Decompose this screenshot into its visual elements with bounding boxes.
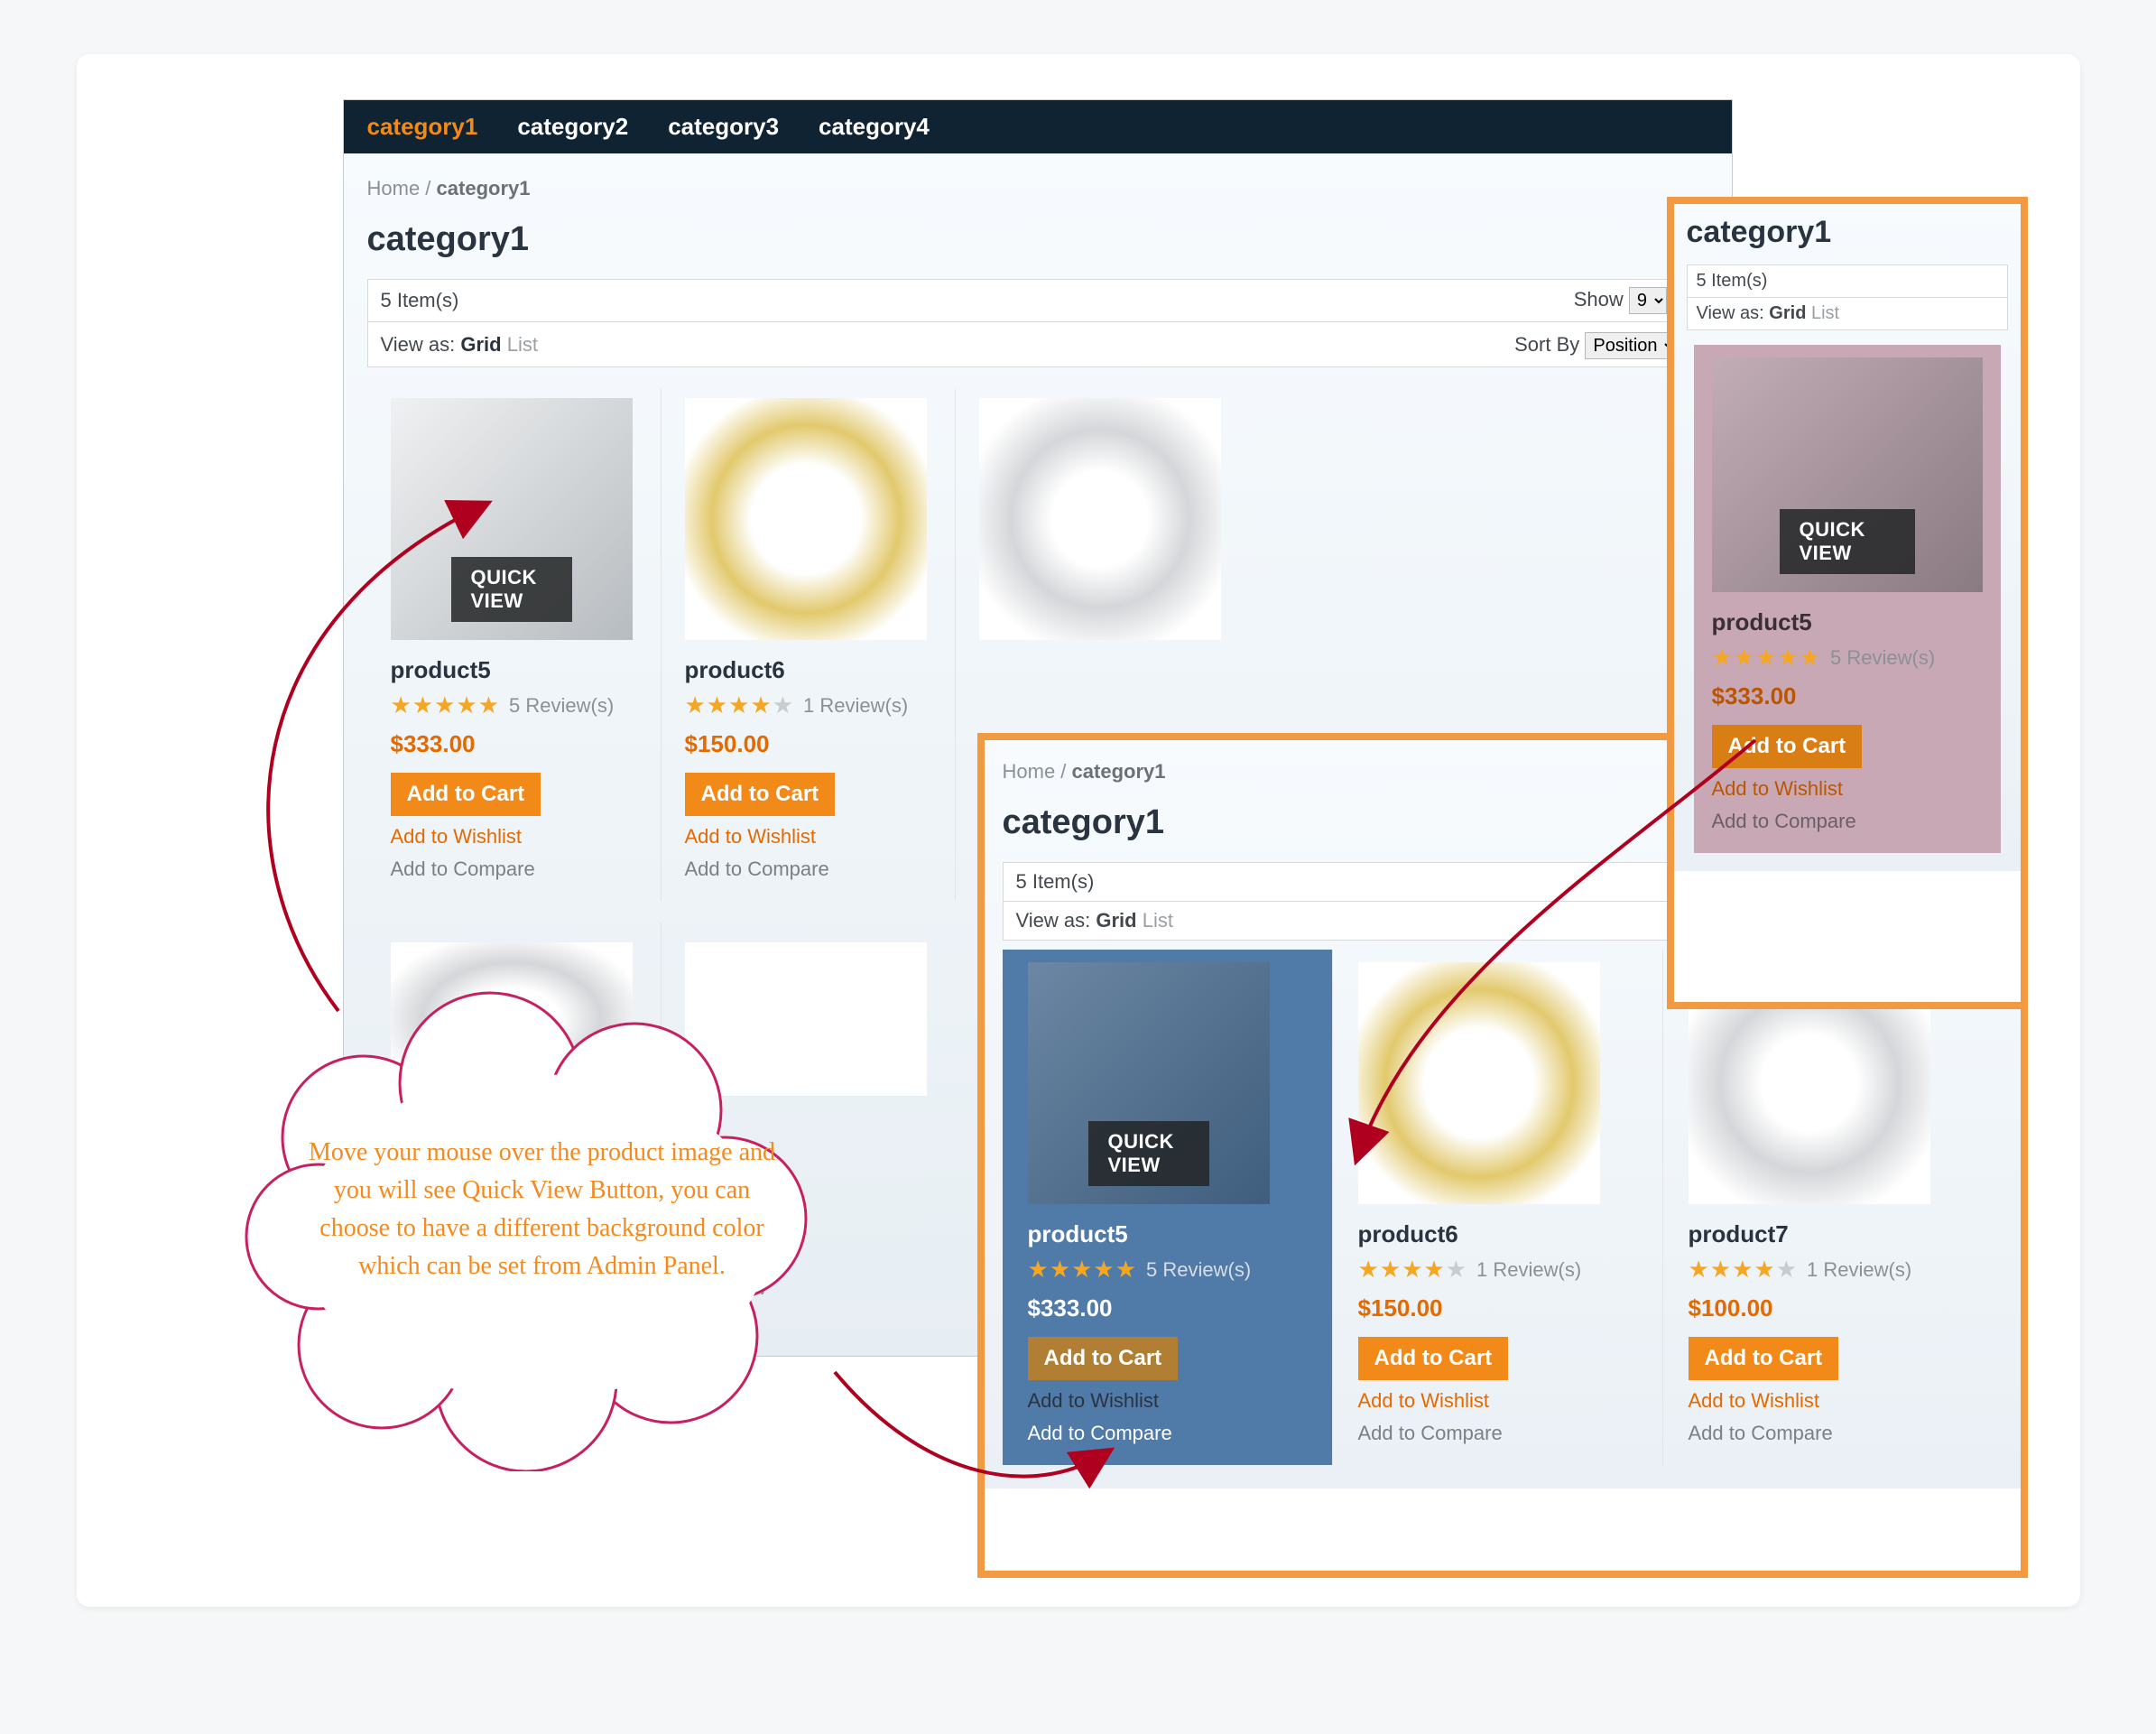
add-to-cart-button[interactable]: Add to Cart: [1689, 1337, 1839, 1380]
product-image[interactable]: [1358, 962, 1600, 1204]
add-to-wishlist-link[interactable]: Add to Wishlist: [1689, 1389, 1968, 1413]
price: $150.00: [685, 730, 931, 758]
add-to-wishlist-link[interactable]: Add to Wishlist: [685, 825, 931, 848]
breadcrumb-home[interactable]: Home: [367, 177, 421, 199]
product-name[interactable]: product5: [391, 656, 637, 684]
nav-category1[interactable]: category1: [367, 113, 478, 141]
annotation-cloud: Move your mouse over the product image a…: [219, 984, 851, 1471]
product-name[interactable]: product6: [685, 656, 931, 684]
rating: ★★★★★1 Review(s): [1358, 1256, 1637, 1284]
toolbar-count: 5 Item(s): [1687, 264, 2008, 298]
product-image[interactable]: [979, 398, 1221, 640]
product-card-p6: product6 ★★★★★1 Review(s) $150.00 Add to…: [662, 389, 956, 901]
top-nav: category1 category2 category3 category4: [344, 100, 1732, 153]
toolbar-view: View as: Grid List: [1687, 298, 2008, 330]
price: $100.00: [1689, 1294, 1968, 1322]
add-to-wishlist-link[interactable]: Add to Wishlist: [1028, 1389, 1307, 1413]
product-card-p7: product7 ★★★★★1 Review(s) $100.00 Add to…: [1663, 950, 1994, 1465]
rating: ★★★★★5 Review(s): [1712, 644, 1983, 672]
view-grid[interactable]: Grid: [1096, 909, 1136, 932]
page-body: category1 5 Item(s) View as: Grid List Q…: [1674, 204, 2021, 871]
page-title: category1: [367, 220, 1708, 259]
nav-category3[interactable]: category3: [668, 113, 779, 141]
rating: ★★★★★5 Review(s): [391, 691, 637, 719]
nav-category2[interactable]: category2: [517, 113, 628, 141]
nav-category4[interactable]: category4: [819, 113, 930, 141]
product-image[interactable]: [685, 398, 927, 640]
add-to-cart-button[interactable]: Add to Cart: [391, 773, 541, 816]
add-to-wishlist-link[interactable]: Add to Wishlist: [1712, 777, 1983, 801]
sort-select[interactable]: Position: [1585, 332, 1677, 359]
rating: ★★★★★1 Review(s): [1689, 1256, 1968, 1284]
add-to-wishlist-link[interactable]: Add to Wishlist: [1358, 1389, 1637, 1413]
callout-dim-hover: category1 5 Item(s) View as: Grid List Q…: [1667, 197, 2028, 1009]
toolbar-view: View as: Grid List Sort By Position ↑: [367, 322, 1708, 367]
price: $333.00: [1712, 682, 1983, 710]
rating: ★★★★★5 Review(s): [1028, 1256, 1307, 1284]
product-name[interactable]: product7: [1689, 1220, 1968, 1248]
screenshot-card: category1 category2 category3 category4 …: [77, 54, 2080, 1607]
item-count: 5 Item(s): [1697, 271, 1768, 292]
add-to-cart-button[interactable]: Add to Cart: [685, 773, 836, 816]
price: $333.00: [1028, 1294, 1307, 1322]
rating: ★★★★★1 Review(s): [685, 691, 931, 719]
product-image[interactable]: QUICK VIEW: [391, 398, 633, 640]
add-to-cart-button[interactable]: Add to Cart: [1712, 725, 1863, 768]
view-list[interactable]: List: [507, 333, 538, 356]
view-list[interactable]: List: [1811, 303, 1839, 323]
view-list[interactable]: List: [1143, 909, 1173, 932]
add-to-wishlist-link[interactable]: Add to Wishlist: [391, 825, 637, 848]
toolbar-count: 5 Item(s) Show 9 pe: [367, 279, 1708, 322]
breadcrumb-current: category1: [437, 177, 531, 199]
price: $333.00: [391, 730, 637, 758]
add-to-compare-link[interactable]: Add to Compare: [1028, 1422, 1307, 1445]
add-to-compare-link[interactable]: Add to Compare: [1712, 810, 1983, 833]
product-grid: QUICK VIEW product5 ★★★★★5 Review(s) $33…: [1003, 950, 2003, 1465]
add-to-cart-button[interactable]: Add to Cart: [1028, 1337, 1179, 1380]
add-to-compare-link[interactable]: Add to Compare: [1689, 1422, 1968, 1445]
add-to-compare-link[interactable]: Add to Compare: [1358, 1422, 1637, 1445]
price: $150.00: [1358, 1294, 1637, 1322]
item-count: 5 Item(s): [1016, 870, 1095, 894]
product-card-p5: QUICK VIEW product5 ★★★★★5 Review(s) $33…: [367, 389, 662, 901]
product-name[interactable]: product5: [1028, 1220, 1307, 1248]
quick-view-button[interactable]: QUICK VIEW: [1088, 1121, 1209, 1186]
view-grid[interactable]: Grid: [1769, 303, 1806, 323]
product-name[interactable]: product6: [1358, 1220, 1637, 1248]
product-card-p5-hover-dim: QUICK VIEW product5 ★★★★★5 Review(s) $33…: [1694, 345, 2001, 853]
add-to-cart-button[interactable]: Add to Cart: [1358, 1337, 1509, 1380]
add-to-compare-link[interactable]: Add to Compare: [391, 858, 637, 881]
annotation-text: Move your mouse over the product image a…: [299, 1134, 786, 1285]
product-name[interactable]: product5: [1712, 608, 1983, 636]
view-grid[interactable]: Grid: [460, 333, 501, 356]
show-select[interactable]: 9: [1629, 287, 1667, 314]
product-image[interactable]: QUICK VIEW: [1712, 357, 1983, 592]
add-to-compare-link[interactable]: Add to Compare: [685, 858, 931, 881]
product-card-p5-hover-blue: QUICK VIEW product5 ★★★★★5 Review(s) $33…: [1003, 950, 1333, 1465]
page-title: category1: [1687, 215, 2008, 250]
quick-view-button[interactable]: QUICK VIEW: [451, 557, 572, 622]
breadcrumb: Home / category1: [367, 177, 1708, 200]
product-image[interactable]: QUICK VIEW: [1028, 962, 1270, 1204]
quick-view-button[interactable]: QUICK VIEW: [1780, 509, 1915, 574]
product-card-p6: product6 ★★★★★1 Review(s) $150.00 Add to…: [1333, 950, 1663, 1465]
item-count: 5 Item(s): [381, 289, 459, 312]
